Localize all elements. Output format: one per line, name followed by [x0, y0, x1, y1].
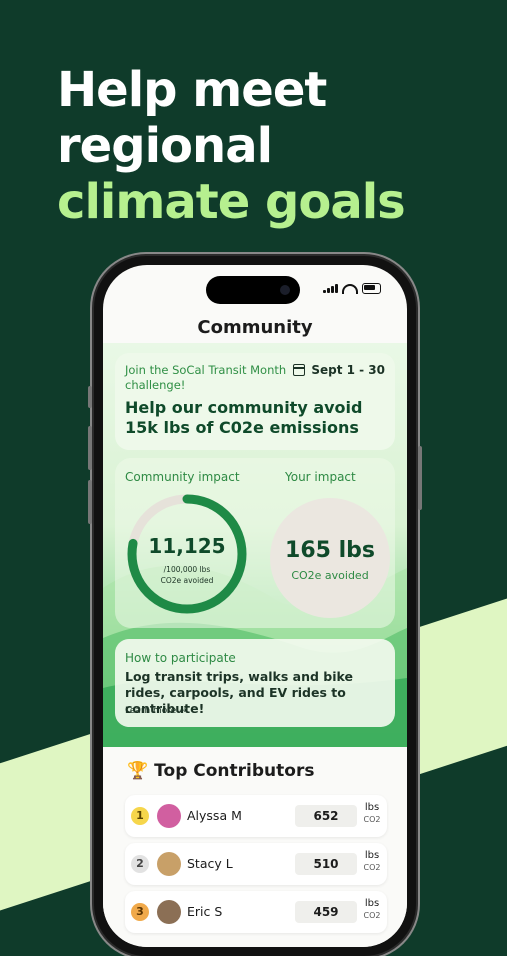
status-bar [323, 283, 381, 294]
community-impact-values: 11,125 /100,000 lbs CO2e avoided [125, 492, 249, 616]
contributor-name: Eric S [187, 904, 223, 919]
top-contributors-section: 🏆 Top Contributors 1 Alyssa M 652 lbs CO… [103, 747, 407, 947]
phone-volume-up [88, 426, 92, 470]
camera-icon [280, 285, 290, 295]
contributor-row[interactable]: 2 Stacy L 510 lbs CO2 [125, 843, 387, 885]
challenge-goal: Help our community avoid 15k lbs of C02e… [125, 398, 363, 437]
your-impact-circle: 165 lbs CO2e avoided [270, 498, 390, 618]
contributor-value: 459 [295, 901, 357, 923]
headline-line-1: Help meet [57, 62, 327, 118]
signal-icon [323, 284, 338, 293]
contributor-value: 652 [295, 805, 357, 827]
challenge-card[interactable]: Join the SoCal Transit Month challenge! … [115, 353, 395, 450]
page-title: Community [197, 317, 313, 338]
unit-lbs: lbs [364, 802, 380, 813]
phone-frame: Community Join the SoCal Transit Month c… [88, 256, 422, 956]
unit-co2: CO2 [363, 863, 381, 872]
contributor-row[interactable]: 1 Alyssa M 652 lbs CO2 [125, 795, 387, 837]
your-impact-label: Your impact [285, 470, 356, 484]
battery-icon [362, 283, 381, 294]
impact-card: Community impact Your impact 11,125 /100… [115, 458, 395, 628]
promo-headline: Help meet regional climate goals [57, 62, 406, 230]
community-impact-goal: /100,000 lbs [163, 565, 211, 574]
unit-co2: CO2 [363, 815, 381, 824]
contributor-name: Alyssa M [187, 808, 242, 823]
contributor-unit: lbs CO2 [361, 850, 383, 874]
contributor-unit: lbs CO2 [361, 802, 383, 826]
trophy-icon: 🏆 [127, 761, 149, 781]
community-impact-subtext: /100,000 lbs CO2e avoided [125, 564, 249, 586]
your-impact-unit: CO2e avoided [291, 569, 369, 582]
community-impact-unit: CO2e avoided [160, 576, 214, 585]
unit-co2: CO2 [363, 911, 381, 920]
your-impact-value: 165 lbs [285, 538, 375, 563]
community-impact-value: 11,125 [148, 534, 226, 558]
phone-volume-down [88, 480, 92, 524]
wifi-icon [342, 283, 358, 294]
participate-card: How to participate Log transit trips, wa… [115, 639, 395, 727]
participate-title: How to participate [125, 651, 236, 665]
community-content: Join the SoCal Transit Month challenge! … [103, 343, 407, 747]
challenge-date-text: Sept 1 - 30 [311, 363, 385, 377]
rank-badge-silver: 2 [131, 855, 149, 873]
headline-line-2: regional [57, 118, 273, 174]
calendar-icon [293, 364, 306, 376]
avatar [157, 804, 181, 828]
community-impact-label: Community impact [125, 470, 240, 484]
avatar [157, 852, 181, 876]
rank-badge-gold: 1 [131, 807, 149, 825]
challenge-date: Sept 1 - 30 [293, 363, 385, 377]
rank-badge-bronze: 3 [131, 903, 149, 921]
contributor-unit: lbs CO2 [361, 898, 383, 922]
challenge-join-text: Join the SoCal Transit Month challenge! [125, 363, 287, 392]
phone-action-button [88, 386, 92, 408]
top-contributors-heading: 🏆 Top Contributors [127, 761, 314, 781]
top-contributors-title: Top Contributors [154, 761, 315, 781]
avatar [157, 900, 181, 924]
dynamic-island [206, 276, 300, 304]
phone-power-button [418, 446, 422, 510]
learn-more-link[interactable]: Learn more → [125, 706, 187, 716]
unit-lbs: lbs [364, 850, 380, 861]
phone-screen: Community Join the SoCal Transit Month c… [103, 265, 407, 947]
contributor-row[interactable]: 3 Eric S 459 lbs CO2 [125, 891, 387, 933]
contributor-value: 510 [295, 853, 357, 875]
contributor-name: Stacy L [187, 856, 233, 871]
headline-line-3: climate goals [57, 174, 406, 230]
